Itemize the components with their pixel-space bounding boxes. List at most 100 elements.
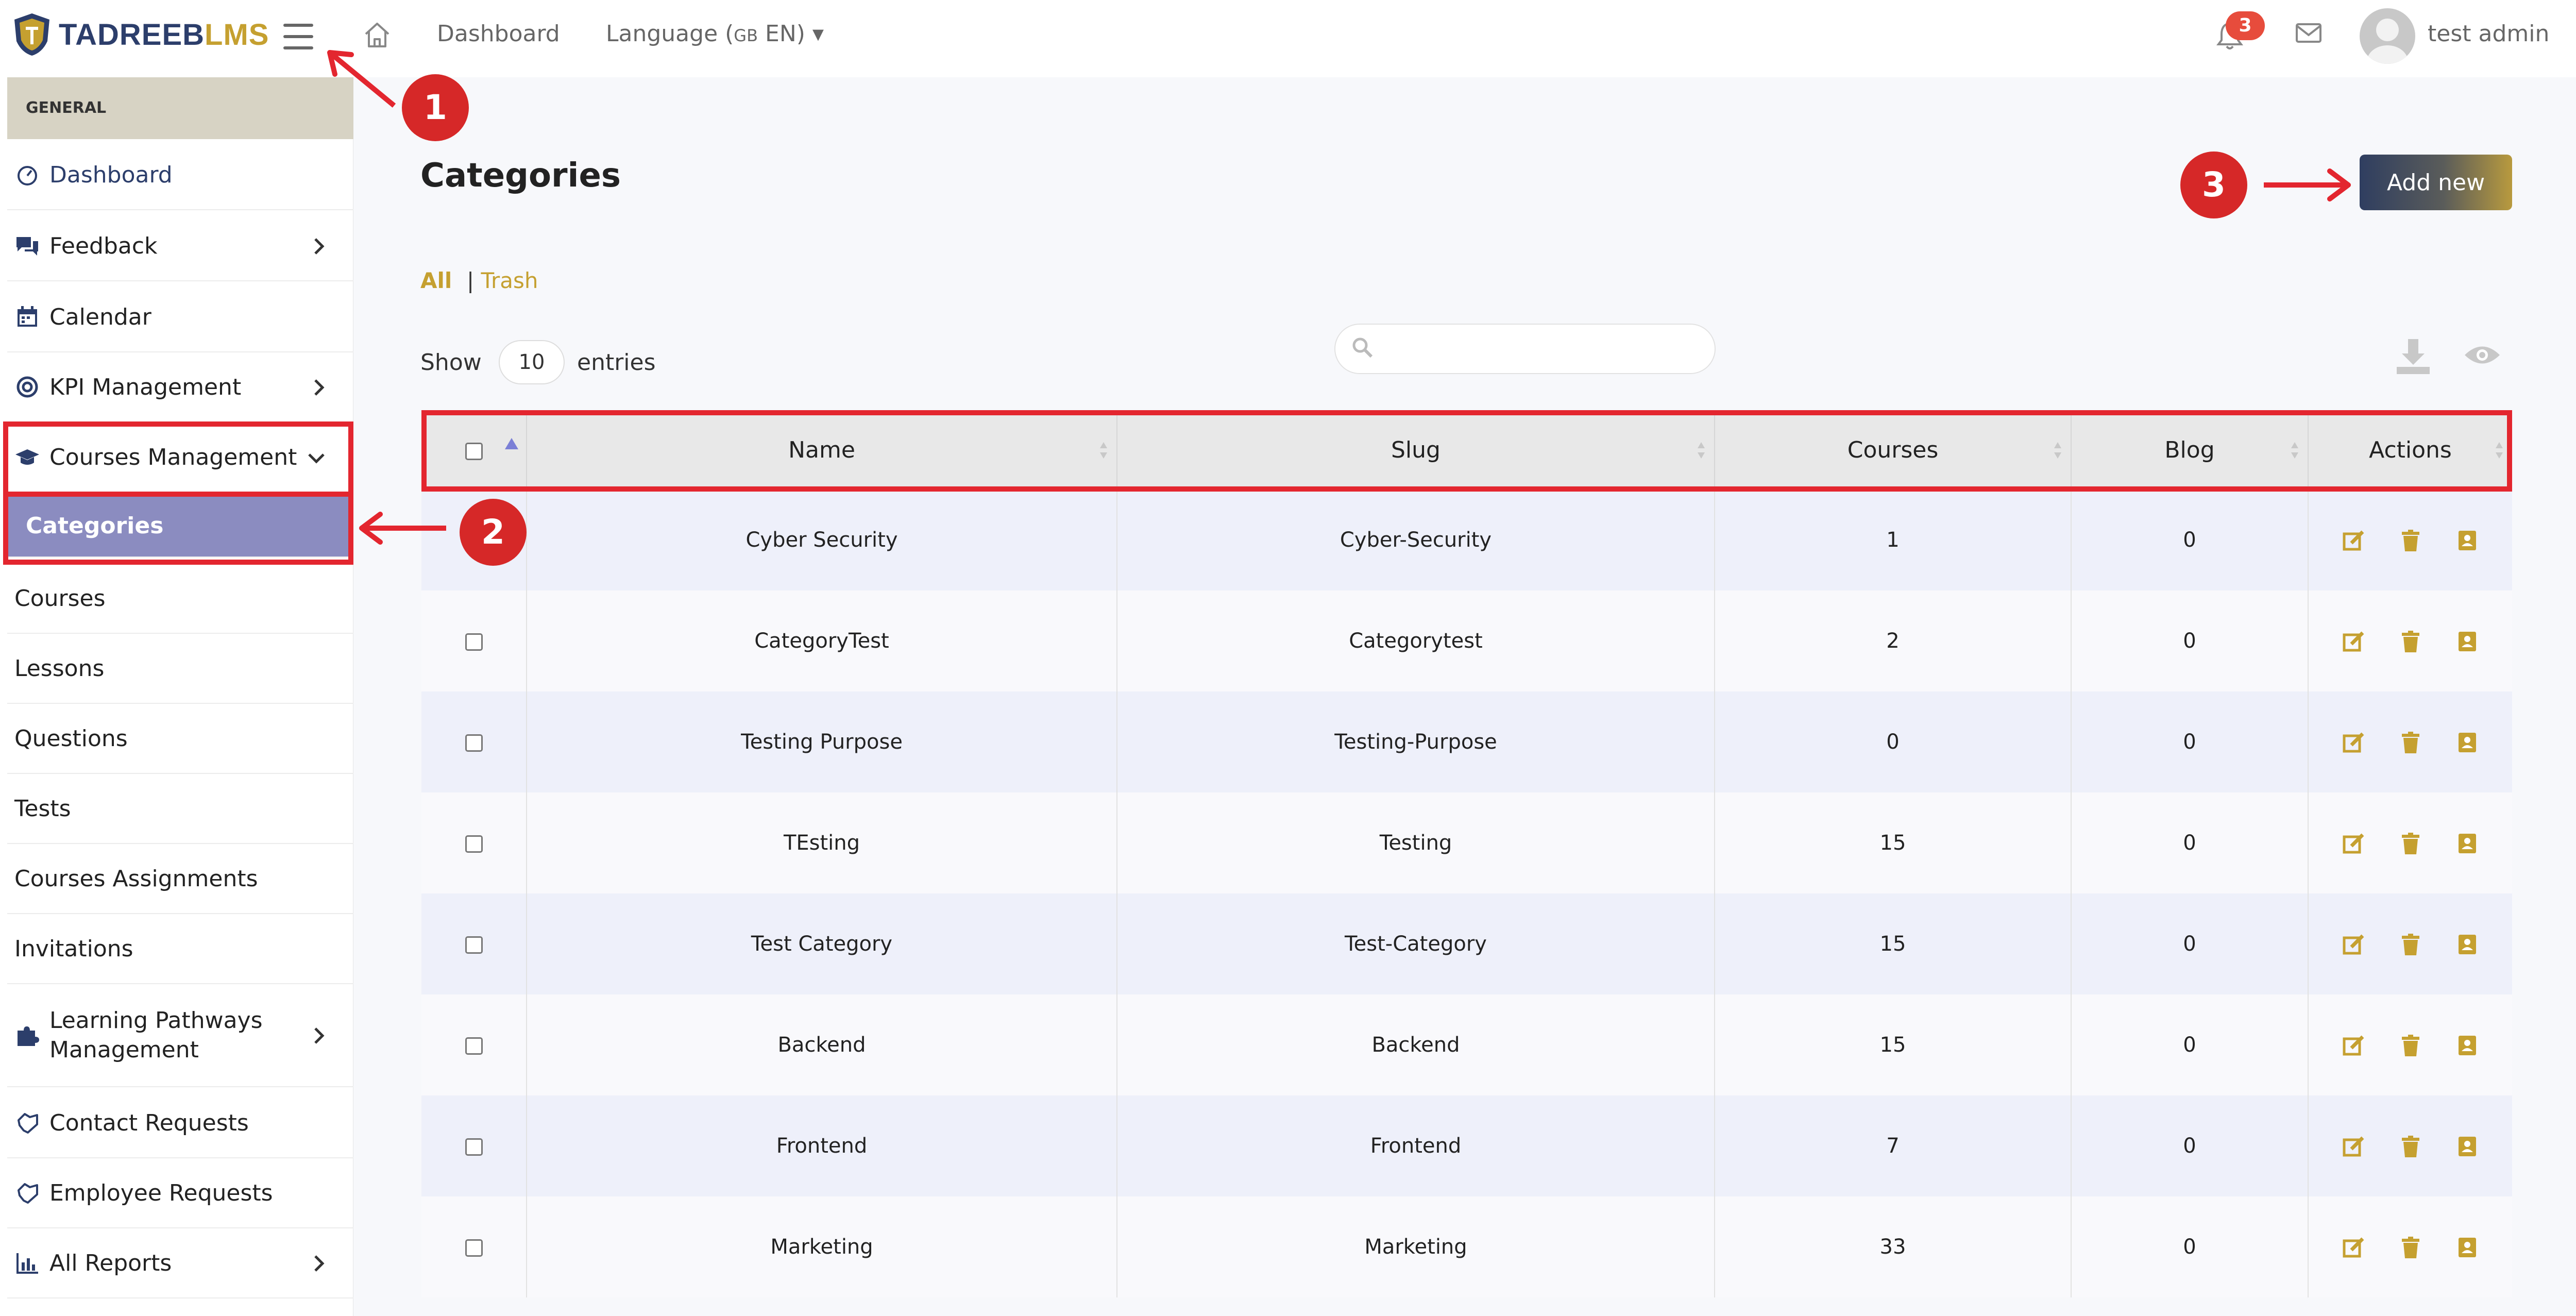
sidebar-item-kpi-management[interactable]: KPI Management bbox=[7, 352, 353, 423]
annotation-categories-highlight bbox=[3, 492, 353, 565]
row-actions-cell bbox=[2308, 691, 2512, 792]
row-actions-cell bbox=[2308, 1095, 2512, 1196]
sidebar-item-employee-requests[interactable]: Employee Requests bbox=[7, 1158, 353, 1228]
edit-icon[interactable] bbox=[2342, 529, 2366, 552]
trash-icon[interactable] bbox=[2399, 832, 2422, 855]
sidebar-item-invitations[interactable]: Invitations bbox=[7, 914, 353, 984]
row-checkbox[interactable] bbox=[465, 633, 483, 651]
edit-icon[interactable] bbox=[2342, 832, 2366, 855]
sidebar-toggle-icon[interactable] bbox=[283, 24, 313, 49]
gauge-icon bbox=[18, 166, 37, 185]
sidebar-item-feedback[interactable]: Feedback bbox=[7, 211, 353, 281]
edit-icon[interactable] bbox=[2342, 1135, 2366, 1158]
trash-icon[interactable] bbox=[2399, 731, 2422, 754]
row-checkbox[interactable] bbox=[465, 936, 483, 954]
sidebar-item-dashboard[interactable]: Dashboard bbox=[7, 140, 353, 210]
user-silhouette-icon bbox=[2367, 19, 2408, 64]
edit-icon[interactable] bbox=[2342, 630, 2366, 653]
blog-count-cell: 0 bbox=[2071, 1095, 2308, 1196]
sidebar-item-all-reports[interactable]: All Reports bbox=[7, 1228, 353, 1298]
sidebar-item-label: Dashboard bbox=[49, 161, 173, 188]
table-row: CategoryTest Categorytest 2 0 bbox=[421, 590, 2512, 691]
table-row: TEsting Testing 15 0 bbox=[421, 792, 2512, 893]
trash-icon[interactable] bbox=[2399, 529, 2422, 552]
mail-icon[interactable] bbox=[2295, 23, 2322, 43]
annotation-step-1: 1 bbox=[402, 74, 469, 141]
eye-icon[interactable] bbox=[2463, 342, 2502, 368]
blog-count-cell: 0 bbox=[2071, 1196, 2308, 1297]
handshake-icon bbox=[18, 1183, 38, 1204]
sidebar-item-label: Contact Requests bbox=[49, 1109, 249, 1136]
chevron-right-icon bbox=[314, 1255, 325, 1272]
table-row: Test Category Test-Category 15 0 bbox=[421, 893, 2512, 994]
edit-icon[interactable] bbox=[2342, 731, 2366, 754]
course-count-cell: 0 bbox=[1714, 691, 2071, 792]
trash-icon[interactable] bbox=[2399, 1135, 2422, 1158]
trash-icon[interactable] bbox=[2399, 630, 2422, 653]
add-new-button[interactable]: Add new bbox=[2360, 155, 2512, 210]
user-avatar[interactable] bbox=[2360, 8, 2415, 64]
table-row: Testing Purpose Testing-Purpose 0 0 bbox=[421, 691, 2512, 792]
table-search-input[interactable] bbox=[1334, 324, 1716, 374]
row-checkbox[interactable] bbox=[465, 1138, 483, 1156]
annotation-arrow-3 bbox=[2264, 168, 2351, 201]
profile-card-icon[interactable] bbox=[2455, 1135, 2479, 1158]
category-slug-cell: Categorytest bbox=[1116, 590, 1715, 691]
notification-count-badge: 3 bbox=[2226, 11, 2265, 40]
download-icon[interactable] bbox=[2395, 336, 2432, 375]
sidebar-item-tests[interactable]: Tests bbox=[7, 774, 353, 844]
annotation-step-2: 2 bbox=[460, 499, 527, 566]
target-icon bbox=[16, 376, 38, 398]
sidebar-item-label: All Reports bbox=[49, 1250, 172, 1276]
category-slug-cell: Backend bbox=[1116, 994, 1715, 1095]
puzzle-icon bbox=[18, 1026, 39, 1046]
nav-dashboard-link[interactable]: Dashboard bbox=[437, 21, 560, 47]
row-checkbox[interactable] bbox=[465, 1037, 483, 1055]
table-row: Marketing Marketing 33 0 bbox=[421, 1196, 2512, 1297]
row-checkbox[interactable] bbox=[465, 734, 483, 752]
row-select-cell bbox=[421, 1095, 527, 1196]
brand-logo[interactable]: TADREEBLMS bbox=[11, 11, 269, 58]
sidebar-item-contact-requests[interactable]: Contact Requests bbox=[7, 1088, 353, 1158]
filter-trash-link[interactable]: | Trash bbox=[467, 268, 538, 293]
row-select-cell bbox=[421, 893, 527, 994]
sidebar-item-courses-assignments[interactable]: Courses Assignments bbox=[7, 844, 353, 914]
sidebar-item-label: Employee Requests bbox=[49, 1179, 273, 1206]
language-dropdown[interactable]: Language (GB EN) ▾ bbox=[606, 21, 824, 47]
category-name-cell: Marketing bbox=[526, 1196, 1117, 1297]
profile-card-icon[interactable] bbox=[2455, 630, 2479, 653]
profile-card-icon[interactable] bbox=[2455, 933, 2479, 956]
course-count-cell: 7 bbox=[1714, 1095, 2071, 1196]
annotation-arrow-2 bbox=[359, 512, 446, 545]
show-label: Show bbox=[420, 349, 482, 376]
chevron-right-icon bbox=[314, 1027, 325, 1044]
row-checkbox[interactable] bbox=[465, 835, 483, 853]
user-name[interactable]: test admin bbox=[2428, 21, 2549, 47]
profile-card-icon[interactable] bbox=[2455, 529, 2479, 552]
handshake-icon bbox=[18, 1113, 38, 1134]
profile-card-icon[interactable] bbox=[2455, 1236, 2479, 1259]
sidebar-item-learning-pathways-management[interactable]: Learning Pathways Management bbox=[7, 984, 353, 1087]
sidebar-item-courses[interactable]: Courses bbox=[7, 564, 353, 634]
profile-card-icon[interactable] bbox=[2455, 731, 2479, 754]
trash-icon[interactable] bbox=[2399, 933, 2422, 956]
profile-card-icon[interactable] bbox=[2455, 832, 2479, 855]
sidebar-item-lessons[interactable]: Lessons bbox=[7, 634, 353, 704]
edit-icon[interactable] bbox=[2342, 1236, 2366, 1259]
sidebar-item-calendar[interactable]: Calendar bbox=[7, 282, 353, 352]
shield-logo-icon bbox=[14, 13, 49, 56]
sidebar-item-label: Calendar bbox=[49, 303, 151, 330]
filter-all-link[interactable]: All bbox=[420, 268, 452, 293]
trash-icon[interactable] bbox=[2399, 1034, 2422, 1057]
sidebar: GENERAL Dashboard Feedback Calendar KPI … bbox=[0, 77, 353, 1316]
entries-per-page-select[interactable]: 10 bbox=[499, 340, 565, 384]
category-slug-cell: Frontend bbox=[1116, 1095, 1715, 1196]
category-slug-cell: Marketing bbox=[1116, 1196, 1715, 1297]
edit-icon[interactable] bbox=[2342, 933, 2366, 956]
blog-count-cell: 0 bbox=[2071, 792, 2308, 893]
row-checkbox[interactable] bbox=[465, 1239, 483, 1257]
sidebar-item-questions[interactable]: Questions bbox=[7, 704, 353, 774]
profile-card-icon[interactable] bbox=[2455, 1034, 2479, 1057]
trash-icon[interactable] bbox=[2399, 1236, 2422, 1259]
edit-icon[interactable] bbox=[2342, 1034, 2366, 1057]
